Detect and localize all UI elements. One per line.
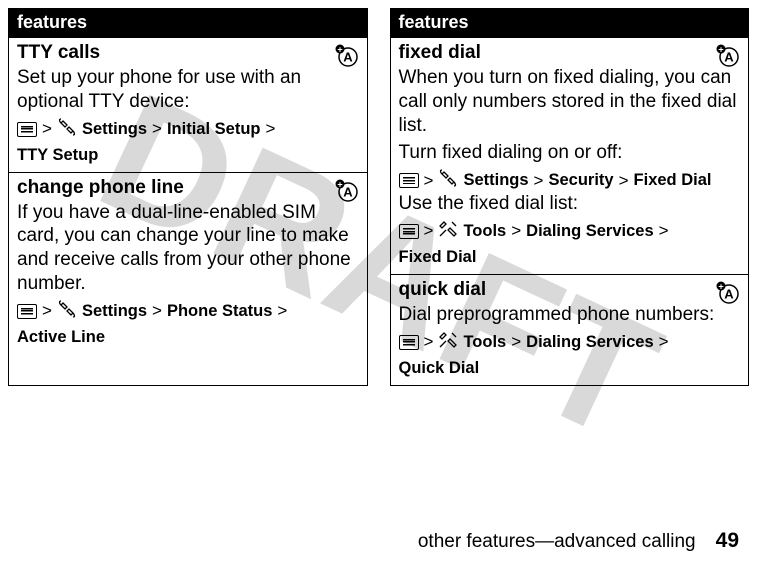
block-quickdial: A+ quick dial Dial preprogrammed phone n… <box>391 275 749 385</box>
tools-icon <box>438 220 458 243</box>
nav-path: > Settings > Phone Status > Active Line <box>17 300 359 347</box>
menu-icon <box>17 304 37 319</box>
menu-icon <box>399 173 419 188</box>
path-a: Settings <box>82 302 147 321</box>
sep: > <box>534 171 544 191</box>
block-fixeddial: A+ fixed dial When you turn on fixed dia… <box>391 38 749 275</box>
sep: > <box>424 221 434 241</box>
path2-a: Tools <box>463 222 506 241</box>
sep: > <box>265 119 275 139</box>
path-c: Fixed Dial <box>634 171 712 190</box>
block-desc: Dial preprogrammed phone numbers: <box>399 303 741 327</box>
path-a: Settings <box>82 120 147 139</box>
menu-icon <box>399 335 419 350</box>
path-c: TTY Setup <box>17 146 98 165</box>
sep: > <box>659 332 669 352</box>
wrench-icon <box>57 118 77 141</box>
path-b: Phone Status <box>167 302 272 321</box>
sep: > <box>42 119 52 139</box>
sep: > <box>424 171 434 191</box>
svg-text:A: A <box>343 50 353 65</box>
operator-icon: A+ <box>333 179 361 203</box>
footer: other features—advanced calling 49 <box>418 529 739 553</box>
path-a: Tools <box>463 333 506 352</box>
block-desc: Set up your phone for use with an option… <box>17 66 359 114</box>
svg-text:A: A <box>343 184 353 199</box>
block-desc3: Use the fixed dial list: <box>399 192 741 216</box>
svg-text:A: A <box>724 50 734 65</box>
tools-icon <box>438 331 458 354</box>
path-c: Active Line <box>17 328 105 347</box>
block-desc: If you have a dual-line-enabled SIM card… <box>17 201 359 296</box>
operator-icon: A+ <box>714 281 742 305</box>
col-header: features <box>9 9 367 38</box>
nav-path-2: > Tools > Dialing Services > Fixed Dial <box>399 220 741 267</box>
right-column: features A+ fixed dial When you turn on … <box>390 8 750 386</box>
path-b: Dialing Services <box>526 333 653 352</box>
menu-icon <box>399 224 419 239</box>
svg-text:+: + <box>718 45 723 55</box>
svg-text:+: + <box>337 45 342 55</box>
block-tty: A+ TTY calls Set up your phone for use w… <box>9 38 367 173</box>
section-label: other features—advanced calling <box>418 531 696 553</box>
block-title: TTY calls <box>17 42 359 64</box>
block-title: quick dial <box>399 279 741 301</box>
nav-path: > Tools > Dialing Services > Quick Dial <box>399 331 741 378</box>
sep: > <box>424 332 434 352</box>
sep: > <box>152 301 162 321</box>
svg-text:+: + <box>337 179 342 189</box>
menu-icon <box>17 122 37 137</box>
block-desc2: Turn fixed dialing on or off: <box>399 141 741 165</box>
block-desc: When you turn on fixed dialing, you can … <box>399 66 741 137</box>
path-b: Security <box>548 171 613 190</box>
page-number: 49 <box>716 529 739 553</box>
sep: > <box>511 221 521 241</box>
wrench-icon <box>57 300 77 323</box>
path2-b: Dialing Services <box>526 222 653 241</box>
block-title: fixed dial <box>399 42 741 64</box>
svg-text:A: A <box>724 286 734 301</box>
sep: > <box>42 301 52 321</box>
svg-text:+: + <box>718 281 723 291</box>
sep: > <box>511 332 521 352</box>
sep: > <box>659 221 669 241</box>
sep: > <box>152 119 162 139</box>
path-b: Initial Setup <box>167 120 261 139</box>
nav-path: > Settings > Initial Setup > TTY Setup <box>17 118 359 165</box>
sep: > <box>619 171 629 191</box>
operator-icon: A+ <box>333 44 361 68</box>
col-header: features <box>391 9 749 38</box>
block-phoneline: A+ change phone line If you have a dual-… <box>9 173 367 354</box>
path-c: Quick Dial <box>399 359 480 378</box>
sep: > <box>277 301 287 321</box>
left-column: features A+ TTY calls Set up your phone … <box>8 8 368 386</box>
page-content: features A+ TTY calls Set up your phone … <box>0 0 759 386</box>
path-a: Settings <box>463 171 528 190</box>
operator-icon: A+ <box>714 44 742 68</box>
nav-path: > Settings > Security > Fixed Dial <box>399 169 741 192</box>
block-title: change phone line <box>17 177 359 199</box>
path2-c: Fixed Dial <box>399 248 477 267</box>
wrench-icon <box>438 169 458 192</box>
